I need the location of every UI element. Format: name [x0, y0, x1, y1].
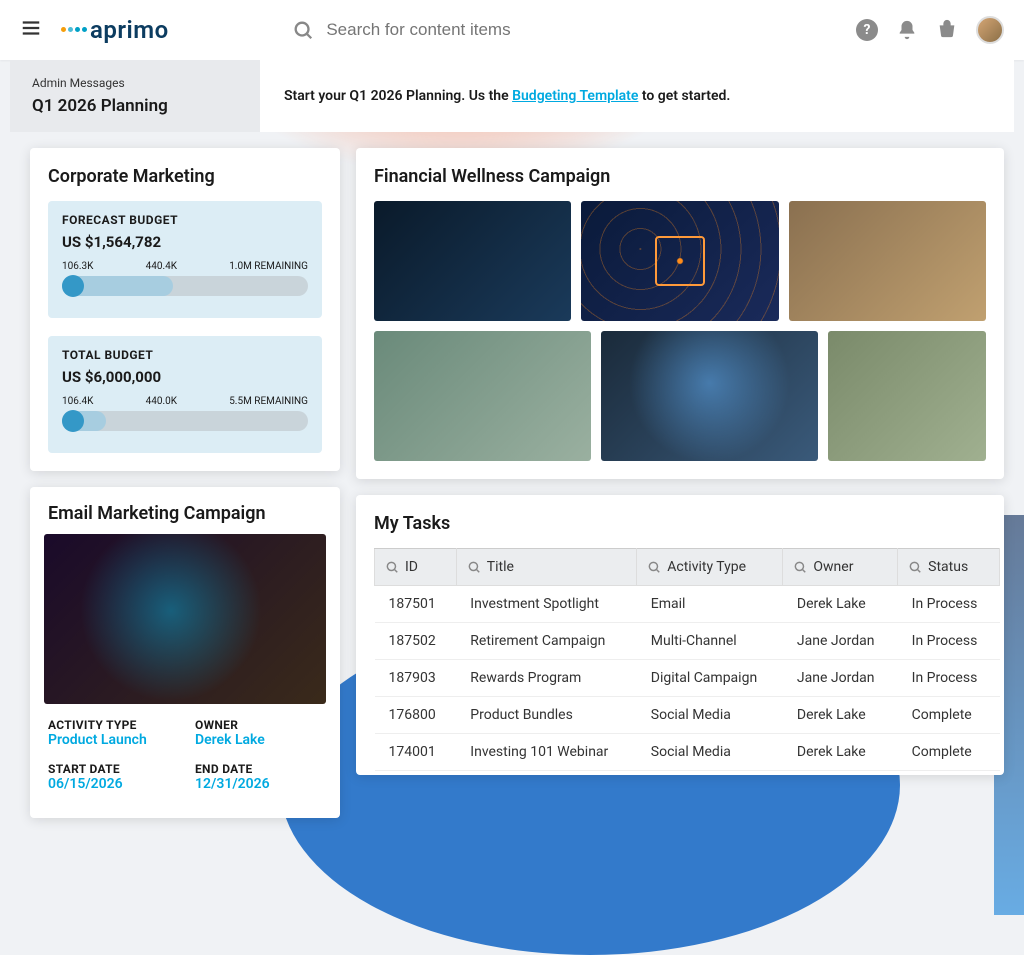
search-icon	[908, 560, 922, 574]
gallery-thumb-4[interactable]	[374, 331, 591, 461]
end-date-label: END DATE	[195, 762, 322, 776]
cell-owner: Derek Lake	[783, 697, 898, 734]
search-icon	[292, 19, 314, 41]
search-icon	[793, 560, 807, 574]
financial-wellness-title: Financial Wellness Campaign	[374, 166, 986, 187]
col-title[interactable]: Title	[456, 549, 636, 586]
admin-messages-title: Q1 2026 Planning	[32, 96, 238, 116]
corporate-marketing-card: Corporate Marketing FORECAST BUDGET US $…	[30, 148, 340, 471]
owner-value[interactable]: Derek Lake	[195, 732, 322, 748]
cell-activity: Email	[637, 586, 783, 623]
search-icon	[385, 560, 399, 574]
col-id[interactable]: ID	[375, 549, 457, 586]
financial-wellness-card: Financial Wellness Campaign	[356, 148, 1004, 479]
cell-title: Investing 101 Webinar	[456, 734, 636, 771]
activity-type-value[interactable]: Product Launch	[48, 732, 175, 748]
forecast-slider[interactable]	[62, 276, 308, 296]
cell-id: 187501	[375, 586, 457, 623]
gallery-thumb-2[interactable]	[581, 201, 778, 321]
cell-status: Complete	[898, 734, 1000, 771]
cell-status: Complete	[898, 697, 1000, 734]
campaign-hero-image	[44, 534, 326, 704]
gallery-thumb-3[interactable]	[789, 201, 986, 321]
email-marketing-card: Email Marketing Campaign ACTIVITY TYPE P…	[30, 487, 340, 818]
cell-activity: Social Media	[637, 734, 783, 771]
gallery-thumb-6[interactable]	[828, 331, 986, 461]
col-activity[interactable]: Activity Type	[637, 549, 783, 586]
cell-id: 174001	[375, 734, 457, 771]
start-date-value[interactable]: 06/15/2026	[48, 776, 175, 792]
cell-id: 187502	[375, 623, 457, 660]
budgeting-template-link[interactable]: Budgeting Template	[512, 88, 638, 104]
search-icon	[647, 560, 661, 574]
total-amount: US $6,000,000	[62, 368, 308, 386]
total-budget-widget: TOTAL BUDGET US $6,000,000 106.4K 440.0K…	[48, 336, 322, 453]
admin-messages-label: Admin Messages	[32, 76, 238, 90]
table-row[interactable]: 176800Product BundlesSocial MediaDerek L…	[375, 697, 1000, 734]
cell-title: Rewards Program	[456, 660, 636, 697]
activity-type-label: ACTIVITY TYPE	[48, 718, 175, 732]
col-owner[interactable]: Owner	[783, 549, 898, 586]
tasks-table: ID Title Activity Type Owner Status 1875…	[374, 548, 1000, 771]
menu-icon[interactable]	[20, 17, 42, 43]
cell-owner: Jane Jordan	[783, 623, 898, 660]
cell-title: Retirement Campaign	[456, 623, 636, 660]
logo[interactable]: aprimo	[60, 16, 169, 44]
start-date-label: START DATE	[48, 762, 175, 776]
table-row[interactable]: 174001Investing 101 WebinarSocial MediaD…	[375, 734, 1000, 771]
gallery-thumb-5[interactable]	[601, 331, 818, 461]
admin-message-text: Start your Q1 2026 Planning. Us the Budg…	[284, 88, 730, 104]
owner-label: OWNER	[195, 718, 322, 732]
avatar[interactable]	[976, 16, 1004, 44]
cell-activity: Social Media	[637, 697, 783, 734]
admin-banner: Admin Messages Q1 2026 Planning Start yo…	[10, 60, 1014, 132]
cell-status: In Process	[898, 586, 1000, 623]
cell-id: 176800	[375, 697, 457, 734]
cell-activity: Digital Campaign	[637, 660, 783, 697]
logo-dots-icon	[60, 10, 88, 38]
total-label: TOTAL BUDGET	[62, 348, 308, 362]
cell-title: Product Bundles	[456, 697, 636, 734]
forecast-amount: US $1,564,782	[62, 233, 308, 251]
end-date-value[interactable]: 12/31/2026	[195, 776, 322, 792]
search-input[interactable]	[326, 20, 732, 40]
search-icon	[467, 560, 481, 574]
my-tasks-title: My Tasks	[374, 513, 1000, 534]
cell-status: In Process	[898, 623, 1000, 660]
logo-text: aprimo	[90, 16, 169, 44]
app-header: aprimo ?	[0, 0, 1024, 60]
cell-activity: Multi-Channel	[637, 623, 783, 660]
email-marketing-title: Email Marketing Campaign	[48, 503, 322, 524]
forecast-label: FORECAST BUDGET	[62, 213, 308, 227]
cell-id: 187903	[375, 660, 457, 697]
search-box[interactable]	[292, 19, 732, 41]
table-row[interactable]: 187502Retirement CampaignMulti-ChannelJa…	[375, 623, 1000, 660]
cell-title: Investment Spotlight	[456, 586, 636, 623]
total-slider[interactable]	[62, 411, 308, 431]
corporate-marketing-title: Corporate Marketing	[48, 166, 322, 187]
cell-owner: Derek Lake	[783, 734, 898, 771]
shopping-icon[interactable]	[936, 19, 958, 41]
cell-owner: Derek Lake	[783, 586, 898, 623]
forecast-budget-widget: FORECAST BUDGET US $1,564,782 106.3K 440…	[48, 201, 322, 318]
cell-owner: Jane Jordan	[783, 660, 898, 697]
help-icon[interactable]: ?	[856, 19, 878, 41]
table-row[interactable]: 187903Rewards ProgramDigital CampaignJan…	[375, 660, 1000, 697]
house-icon	[655, 236, 705, 286]
my-tasks-card: My Tasks ID Title Activity Type Owner St…	[356, 495, 1004, 775]
table-row[interactable]: 187501Investment SpotlightEmailDerek Lak…	[375, 586, 1000, 623]
cell-status: In Process	[898, 660, 1000, 697]
gallery-thumb-1[interactable]	[374, 201, 571, 321]
bell-icon[interactable]	[896, 19, 918, 41]
col-status[interactable]: Status	[898, 549, 1000, 586]
